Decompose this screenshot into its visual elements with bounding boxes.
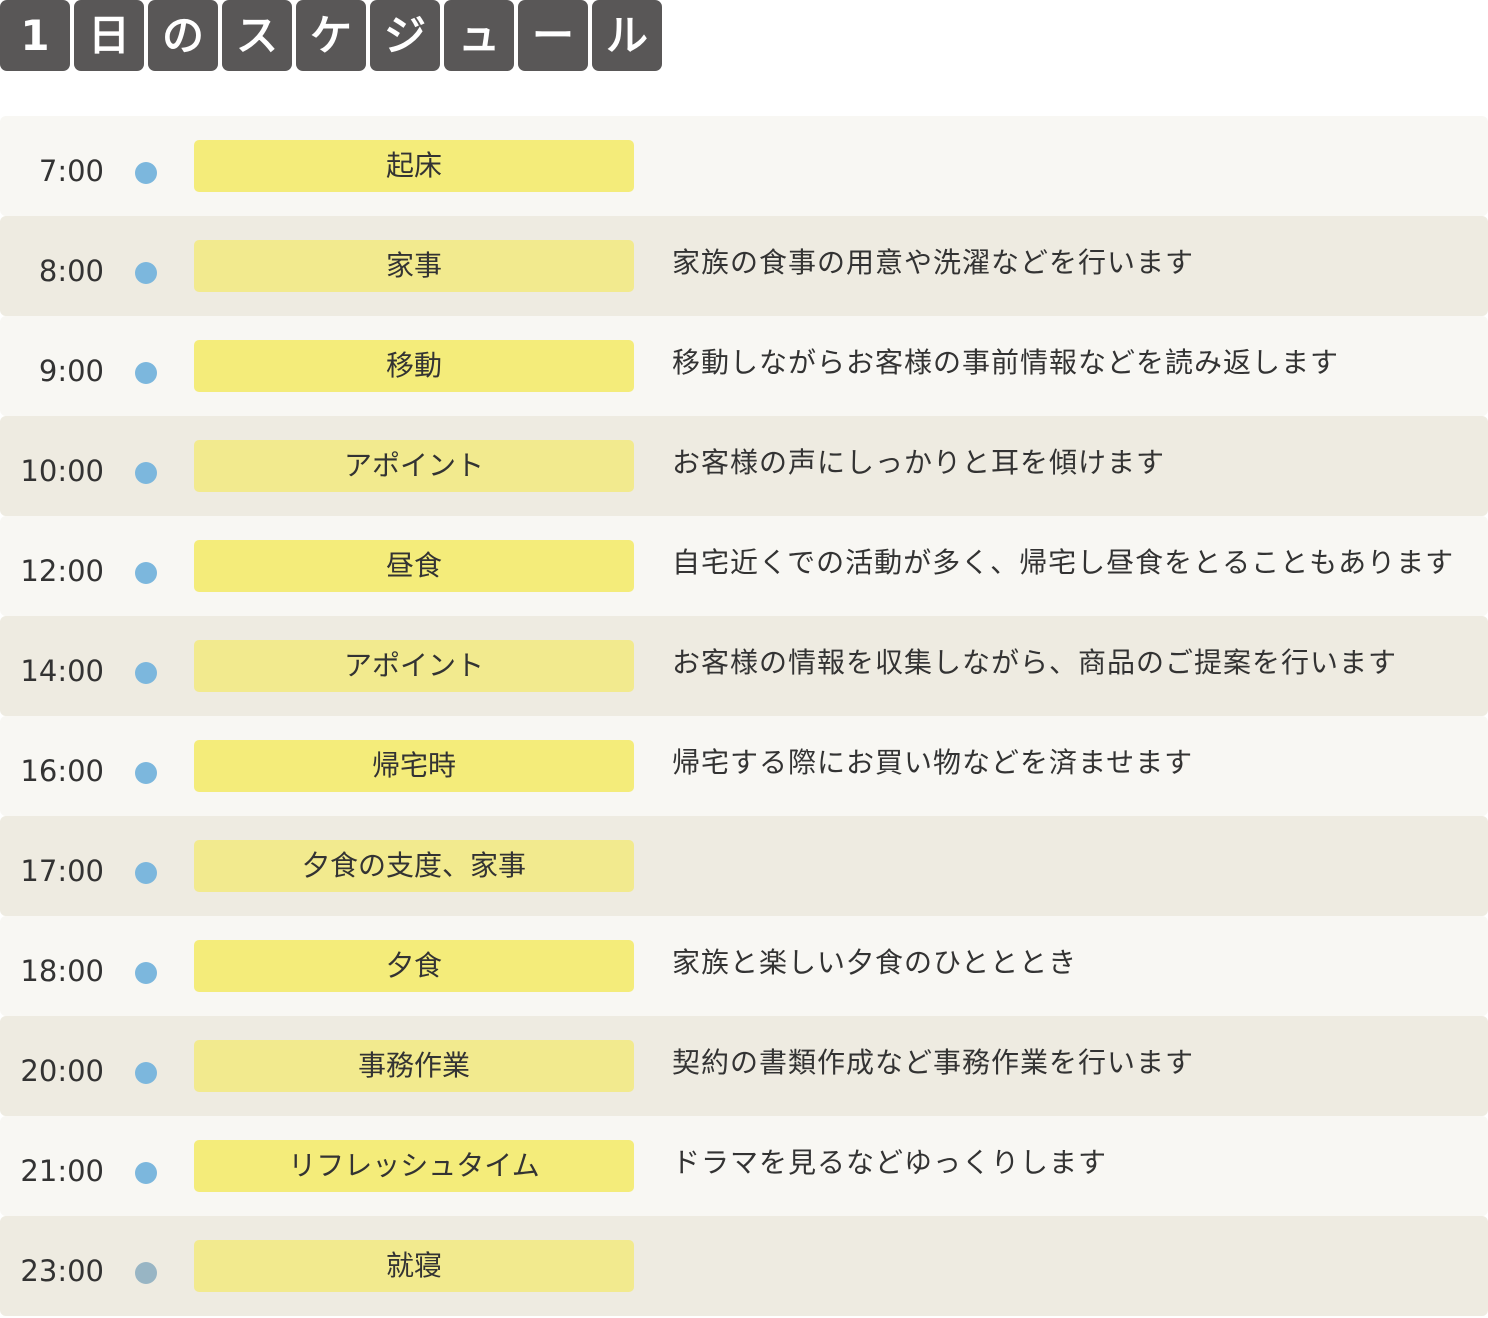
title-char: 1	[0, 0, 70, 71]
title-char: ー	[518, 0, 588, 71]
timeline-dot-icon	[135, 262, 157, 284]
schedule-row: 20:00 事務作業 契約の書類作成など事務作業を行います	[0, 1016, 1488, 1116]
schedule-row: 18:00 夕食 家族と楽しい夕食のひとととき	[0, 916, 1488, 1016]
timeline-dot-icon	[135, 862, 157, 884]
schedule-activity: 事務作業	[194, 1040, 634, 1092]
schedule-description: ドラマを見るなどゆっくりします	[672, 1146, 1108, 1179]
timeline-dot-icon	[135, 1262, 157, 1284]
schedule-row: 8:00 家事 家族の食事の用意や洗濯などを行います	[0, 216, 1488, 316]
schedule-time: 12:00	[20, 554, 104, 588]
schedule-activity: 夕食	[194, 940, 634, 992]
schedule-time: 23:00	[20, 1254, 104, 1288]
schedule-row: 16:00 帰宅時 帰宅する際にお買い物などを済ませます	[0, 716, 1488, 816]
timeline-dot-icon	[135, 762, 157, 784]
title-char: ケ	[296, 0, 366, 71]
schedule-activity: アポイント	[194, 640, 634, 692]
schedule-activity: 起床	[194, 140, 634, 192]
schedule-time: 14:00	[20, 654, 104, 688]
schedule-activity: リフレッシュタイム	[194, 1140, 634, 1192]
schedule-time: 10:00	[20, 454, 104, 488]
timeline-dot-icon	[135, 562, 157, 584]
schedule-description: 家族と楽しい夕食のひとととき	[672, 946, 1078, 979]
schedule-row: 9:00 移動 移動しながらお客様の事前情報などを読み返します	[0, 316, 1488, 416]
title-char: 日	[74, 0, 144, 71]
schedule-row: 23:00 就寝	[0, 1216, 1488, 1316]
schedule-row: 14:00 アポイント お客様の情報を収集しながら、商品のご提案を行います	[0, 616, 1488, 716]
schedule-list: 7:00 起床 8:00 家事 家族の食事の用意や洗濯などを行います 9:00 移動 移動しな…	[0, 116, 1488, 1318]
timeline-dot-icon	[135, 962, 157, 984]
schedule-activity: 家事	[194, 240, 634, 292]
schedule-activity: 夕食の支度、家事	[194, 840, 634, 892]
schedule-time: 17:00	[20, 854, 104, 888]
schedule-activity: 移動	[194, 340, 634, 392]
schedule-description: お客様の声にしっかりと耳を傾けます	[672, 446, 1166, 479]
schedule-time: 21:00	[20, 1154, 104, 1188]
title-char: の	[148, 0, 218, 71]
schedule-activity: 昼食	[194, 540, 634, 592]
timeline-dot-icon	[135, 162, 157, 184]
schedule-description: 自宅近くでの活動が多く、帰宅し昼食をとることもあります	[672, 546, 1455, 579]
schedule-description: 移動しながらお客様の事前情報などを読み返します	[672, 346, 1340, 379]
schedule-description: 契約の書類作成など事務作業を行います	[672, 1046, 1195, 1079]
schedule-row: 7:00 起床	[0, 116, 1488, 216]
schedule-time: 8:00	[38, 254, 104, 288]
schedule-description: 帰宅する際にお買い物などを済ませます	[672, 746, 1194, 779]
schedule-row: 17:00 夕食の支度、家事	[0, 816, 1488, 916]
page-title: 1 日 の ス ケ ジ ュ ー ル	[0, 0, 662, 71]
schedule-time: 18:00	[20, 954, 104, 988]
schedule-row: 21:00 リフレッシュタイム ドラマを見るなどゆっくりします	[0, 1116, 1488, 1216]
timeline-dot-icon	[135, 462, 157, 484]
schedule-time: 7:00	[38, 154, 104, 188]
timeline-dot-icon	[135, 1162, 157, 1184]
title-char: ル	[592, 0, 662, 71]
title-char: ス	[222, 0, 292, 71]
timeline-dot-icon	[135, 362, 157, 384]
schedule-description: 家族の食事の用意や洗濯などを行います	[672, 246, 1195, 279]
schedule-activity: 就寝	[194, 1240, 634, 1292]
schedule-description: お客様の情報を収集しながら、商品のご提案を行います	[672, 646, 1398, 679]
schedule-time: 9:00	[38, 354, 104, 388]
title-char: ジ	[370, 0, 440, 71]
timeline-dot-icon	[135, 662, 157, 684]
title-char: ュ	[444, 0, 514, 71]
schedule-row: 12:00 昼食 自宅近くでの活動が多く、帰宅し昼食をとることもあります	[0, 516, 1488, 616]
schedule-activity: 帰宅時	[194, 740, 634, 792]
schedule-time: 16:00	[20, 754, 104, 788]
timeline-dot-icon	[135, 1062, 157, 1084]
schedule-row: 10:00 アポイント お客様の声にしっかりと耳を傾けます	[0, 416, 1488, 516]
schedule-time: 20:00	[20, 1054, 104, 1088]
schedule-activity: アポイント	[194, 440, 634, 492]
